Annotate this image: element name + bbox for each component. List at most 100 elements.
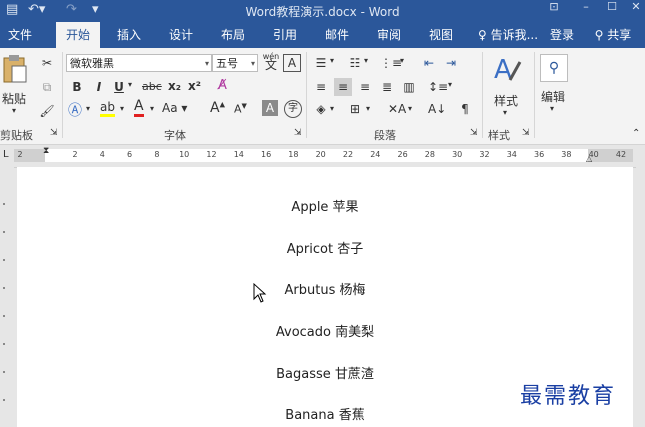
superscript-button[interactable]: x² (188, 79, 201, 93)
font-group-label: 字体 (164, 129, 186, 142)
editing-button[interactable]: 编辑 (541, 88, 565, 105)
strikethrough-button[interactable]: abc (142, 80, 162, 93)
tell-me-box[interactable]: ♀ 告诉我... (472, 22, 544, 48)
tab-layout[interactable]: 布局 (212, 22, 254, 48)
ruler-tick-label: 14 (233, 150, 244, 159)
chevron-down-icon[interactable]: ▾ (251, 55, 255, 73)
ruler-tick-label: 32 (479, 150, 490, 159)
character-border-button[interactable]: A (283, 54, 301, 72)
tab-references[interactable]: 引用 (264, 22, 306, 48)
clipboard-launcher-icon[interactable]: ⇲ (50, 128, 58, 138)
tab-review[interactable]: 审阅 (368, 22, 410, 48)
align-left-icon[interactable]: ≡ (312, 78, 330, 96)
subscript-button[interactable]: x₂ (168, 79, 181, 93)
numbering-icon[interactable]: ☷ (346, 54, 364, 72)
tab-mailings[interactable]: 邮件 (316, 22, 358, 48)
highlight-icon[interactable]: ab (100, 100, 115, 117)
tab-home[interactable]: 开始 (56, 22, 100, 50)
document-line[interactable]: Apple 苹果 (17, 196, 633, 215)
document-line[interactable]: Arbutus 杨梅 (17, 279, 633, 298)
justify-icon[interactable]: ≣ (378, 78, 396, 96)
close-icon[interactable]: ✕ (624, 0, 645, 14)
copy-icon[interactable]: ⧉ (38, 78, 56, 96)
chevron-down-icon[interactable]: ▾ (366, 104, 370, 113)
multilevel-list-icon[interactable]: ⋮≡ (380, 54, 402, 72)
indent-marker-icon[interactable]: ⧗ (43, 146, 49, 156)
format-painter-icon[interactable]: 🖌 (38, 102, 56, 120)
collapse-ribbon-icon[interactable]: ⌃ (632, 128, 640, 139)
chinese-layout-icon[interactable]: ✕A (388, 100, 406, 118)
chevron-down-icon[interactable]: ▾ (364, 56, 368, 65)
font-name-combo[interactable]: 微软雅黑 ▾ (66, 54, 212, 72)
find-icon[interactable]: ⚲ (540, 54, 568, 82)
chevron-down-icon[interactable]: ▾ (330, 104, 334, 113)
clear-formatting-icon[interactable]: A̸ (218, 78, 227, 93)
ruler-tick-label: 26 (397, 150, 408, 159)
ruler-tick-label: 4 (99, 150, 105, 159)
minimize-icon[interactable]: – (574, 0, 598, 14)
font-size-combo[interactable]: 五号 ▾ (212, 54, 258, 72)
maximize-icon[interactable]: ☐ (600, 0, 624, 14)
styles-label: 样式 (494, 94, 519, 108)
character-shading-button[interactable]: A (262, 100, 278, 116)
person-icon: ⚲ (594, 28, 604, 42)
tab-insert[interactable]: 插入 (108, 22, 150, 48)
align-right-icon[interactable]: ≡ (356, 78, 374, 96)
chevron-down-icon[interactable]: ▾ (150, 104, 154, 113)
tab-view[interactable]: 视图 (420, 22, 462, 48)
ruler-tick-label: 42 (615, 150, 627, 159)
horizontal-ruler[interactable]: L ⧗ △ 2 2 4 6 8 10 12 14 16 18 20 22 24 26 28 30 32 34 36 3… (0, 145, 645, 168)
increase-indent-icon[interactable]: ⇥ (442, 54, 460, 72)
chevron-down-icon[interactable]: ▾ (400, 56, 404, 65)
align-center-icon[interactable]: ≡ (334, 78, 352, 96)
text-effects-icon[interactable]: Ⓐ (68, 100, 82, 120)
chevron-down-icon[interactable]: ▾ (128, 80, 132, 89)
styles-launcher-icon[interactable]: ⇲ (522, 128, 530, 138)
chevron-down-icon[interactable]: ▾ (408, 104, 412, 113)
decrease-indent-icon[interactable]: ⇤ (420, 54, 438, 72)
bold-button[interactable]: B (68, 78, 86, 96)
tab-design[interactable]: 设计 (160, 22, 202, 48)
chevron-down-icon[interactable]: ▾ (330, 56, 334, 65)
ruler-tick-label: 38 (561, 150, 572, 159)
shading-icon[interactable]: ◈ (312, 100, 330, 118)
font-color-icon[interactable]: A (134, 99, 144, 117)
share-button[interactable]: ⚲ 共享 (584, 22, 642, 48)
sort-icon[interactable]: A↓ (428, 100, 446, 118)
chevron-down-icon[interactable]: ▾ (448, 80, 452, 89)
sign-in-link[interactable]: 登录 (546, 22, 578, 48)
phonetic-guide-button[interactable]: wén 文 (262, 52, 280, 71)
distributed-icon[interactable]: ▥ (400, 78, 418, 96)
chevron-down-icon[interactable]: ▾ (205, 55, 209, 73)
italic-button[interactable]: I (90, 78, 108, 96)
document-line[interactable]: Avocado 南美梨 (17, 321, 633, 340)
cut-icon[interactable]: ✂ (38, 54, 56, 72)
paragraph-launcher-icon[interactable]: ⇲ (470, 128, 478, 138)
chevron-down-icon[interactable]: ▾ (503, 108, 507, 117)
tab-file[interactable]: 文件 (0, 22, 40, 48)
borders-icon[interactable]: ⊞ (346, 100, 364, 118)
line-spacing-icon[interactable]: ↕≡ (428, 78, 448, 96)
paste-button[interactable] (2, 54, 32, 88)
styles-button[interactable]: A (492, 54, 522, 88)
change-case-button[interactable]: Aa ▾ (162, 101, 187, 115)
chevron-down-icon[interactable]: ▾ (120, 104, 124, 113)
paste-dropdown-icon[interactable]: ▾ (12, 106, 16, 115)
bullets-icon[interactable]: ☰ (312, 54, 330, 72)
enclose-characters-button[interactable]: 字 (284, 100, 302, 118)
chevron-down-icon[interactable]: ▾ (550, 104, 554, 113)
ruler-tick-label: 28 (424, 150, 435, 159)
shrink-font-button[interactable]: A▼ (234, 102, 247, 116)
underline-button[interactable]: U (110, 78, 128, 96)
show-marks-icon[interactable]: ¶ (456, 100, 474, 118)
chevron-down-icon[interactable]: ▾ (86, 104, 90, 113)
divider (482, 52, 483, 138)
vertical-scrollbar[interactable] (636, 167, 645, 427)
document-line[interactable]: Apricot 杏子 (17, 238, 633, 257)
grow-font-button[interactable]: A▲ (210, 100, 225, 116)
ribbon-display-icon[interactable]: ⊡ (542, 0, 566, 14)
ruler-tick-label: 18 (288, 150, 299, 159)
tab-stop-selector[interactable]: L (3, 149, 9, 160)
ruler-tick-label: 34 (506, 150, 517, 159)
font-launcher-icon[interactable]: ⇲ (294, 128, 302, 138)
